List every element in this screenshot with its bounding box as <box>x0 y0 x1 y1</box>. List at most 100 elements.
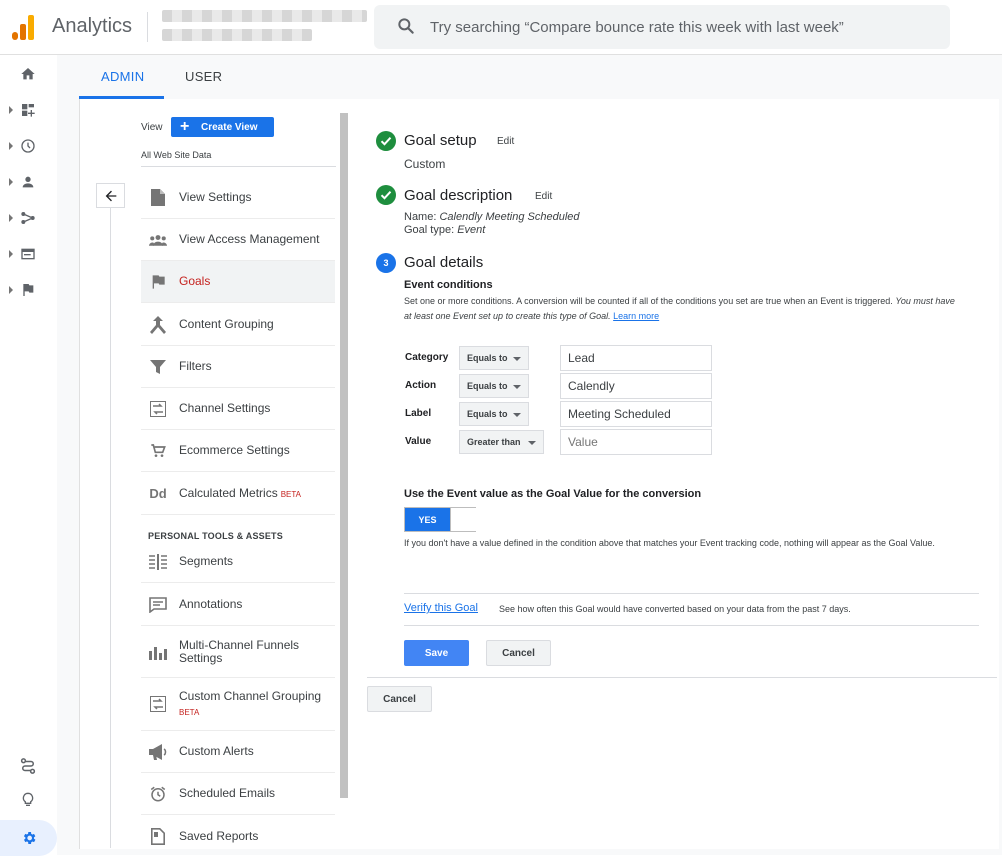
menu-item-goals[interactable]: Goals <box>141 261 335 303</box>
condition-value-action[interactable] <box>560 373 712 399</box>
arrow-left-icon <box>105 190 116 201</box>
menu-item-saved-reports[interactable]: Saved Reports <box>141 815 335 857</box>
menu-item-ecommerce-settings[interactable]: Ecommerce Settings <box>141 430 335 472</box>
scrollbar[interactable] <box>340 113 348 798</box>
save-button[interactable]: Save <box>404 640 469 666</box>
beta-badge: BETA <box>179 707 200 717</box>
analytics-logo-icon[interactable] <box>12 14 36 40</box>
conditions-desc-text: Set one or more conditions. A conversion… <box>404 296 893 306</box>
cancel-goal-button[interactable]: Cancel <box>367 686 432 712</box>
verify-goal-description: See how often this Goal would have conve… <box>499 604 851 614</box>
check-icon <box>376 185 396 205</box>
menu-item-label: Custom Alerts <box>179 744 254 758</box>
divider <box>404 593 979 594</box>
menu-item-annotations[interactable]: Annotations <box>141 584 335 626</box>
menu-item-label-wrap: Calculated Metrics BETA <box>179 486 301 501</box>
condition-value-category[interactable] <box>560 345 712 371</box>
search-box[interactable] <box>374 5 950 49</box>
behavior-icon <box>21 248 35 260</box>
condition-label-action: Action <box>405 380 437 391</box>
search-input[interactable] <box>430 15 930 39</box>
back-button[interactable] <box>96 183 125 208</box>
menu-item-label: Saved Reports <box>179 828 259 843</box>
menu-item-custom-alerts[interactable]: Custom Alerts <box>141 731 335 773</box>
menu-item-multi-channel-funnels[interactable]: Multi-Channel Funnels Settings <box>141 626 335 678</box>
condition-operator-label[interactable]: Equals to <box>459 402 529 426</box>
operator-value: Equals to <box>467 409 508 419</box>
use-event-value-toggle[interactable]: YES <box>404 507 476 532</box>
menu-item-label: Segments <box>179 554 234 568</box>
attribution-nav[interactable] <box>8 752 48 780</box>
account-selector-blurred[interactable] <box>162 8 367 44</box>
dropdown-arrow-icon <box>513 385 521 389</box>
learn-more-link[interactable]: Learn more <box>613 311 659 321</box>
menu-item-channel-settings[interactable]: Channel Settings <box>141 388 335 430</box>
dd-icon: Dd <box>149 486 167 501</box>
content-grouping-icon <box>149 315 167 334</box>
goal-description-edit-link[interactable]: Edit <box>535 191 552 202</box>
event-conditions-description: Set one or more conditions. A conversion… <box>404 294 964 324</box>
cancel-button[interactable]: Cancel <box>486 640 551 666</box>
condition-operator-action[interactable]: Equals to <box>459 374 529 398</box>
tab-admin[interactable]: ADMIN <box>101 69 144 84</box>
verify-goal-link[interactable]: Verify this Goal <box>404 602 478 614</box>
cart-icon <box>149 442 167 460</box>
menu-item-label: Content Grouping <box>179 317 274 331</box>
home-nav[interactable] <box>8 60 48 88</box>
menu-item-view-settings[interactable]: View Settings <box>141 177 335 219</box>
operator-value: Greater than <box>467 437 521 447</box>
attribution-icon <box>20 758 36 774</box>
alarm-icon <box>149 785 167 803</box>
menu-item-label: Filters <box>179 359 212 373</box>
goal-setup-edit-link[interactable]: Edit <box>497 136 514 147</box>
customization-nav[interactable] <box>8 96 48 124</box>
left-nav-rail <box>0 55 57 856</box>
divider <box>367 677 997 678</box>
create-view-button[interactable]: + Create View <box>171 117 274 137</box>
condition-label-category: Category <box>405 352 449 363</box>
acquisition-nav[interactable] <box>8 204 48 232</box>
conversions-nav[interactable] <box>8 276 48 304</box>
menu-item-view-access-management[interactable]: View Access Management <box>141 219 335 261</box>
condition-operator-value[interactable]: Greater than <box>459 430 544 454</box>
menu-item-scheduled-emails[interactable]: Scheduled Emails <box>141 773 335 815</box>
flag-icon <box>23 284 34 296</box>
condition-value-value[interactable] <box>560 429 712 455</box>
clock-icon <box>21 139 35 153</box>
search-icon <box>398 18 414 34</box>
condition-value-label[interactable] <box>560 401 712 427</box>
goal-setup-value: Custom <box>404 157 446 171</box>
condition-label-value: Value <box>405 436 432 447</box>
menu-item-label: View Access Management <box>179 232 320 246</box>
divider <box>141 166 336 167</box>
realtime-nav[interactable] <box>8 132 48 160</box>
menu-item-content-grouping[interactable]: Content Grouping <box>141 304 335 346</box>
discover-nav[interactable] <box>8 786 48 814</box>
condition-operator-category[interactable]: Equals to <box>459 346 529 370</box>
tab-user[interactable]: USER <box>185 69 222 84</box>
menu-item-label: Annotations <box>179 597 243 611</box>
admin-nav[interactable] <box>0 820 57 856</box>
goal-name-row: Name: Calendly Meeting Scheduled <box>404 211 580 223</box>
menu-item-label-wrap: Custom Channel Grouping BETA <box>179 689 321 719</box>
menu-item-custom-channel-grouping[interactable]: Custom Channel Grouping BETA <box>141 678 335 731</box>
menu-item-filters[interactable]: Filters <box>141 346 335 388</box>
view-selector[interactable]: All Web Site Data <box>141 150 211 160</box>
menu-item-calculated-metrics[interactable]: Dd Calculated Metrics BETA <box>141 473 335 515</box>
segments-icon <box>149 553 167 571</box>
goal-type-label: Goal type: <box>404 224 455 236</box>
people-icon <box>149 231 167 249</box>
menu-item-segments[interactable]: Segments <box>141 541 335 583</box>
gear-icon <box>23 832 35 844</box>
audience-nav[interactable] <box>8 168 48 196</box>
filter-icon <box>149 358 167 376</box>
behavior-nav[interactable] <box>8 240 48 268</box>
panel-edge <box>79 99 80 849</box>
app-title[interactable]: Analytics <box>52 15 132 38</box>
menu-item-label-wrap: Multi-Channel Funnels Settings <box>179 638 299 665</box>
goal-description-title: Goal description <box>404 187 513 204</box>
bar-chart-icon <box>149 643 167 661</box>
toggle-help-text: If you don't have a value defined in the… <box>404 538 935 548</box>
menu-item-label: Channel Settings <box>179 401 271 415</box>
check-icon <box>376 131 396 151</box>
